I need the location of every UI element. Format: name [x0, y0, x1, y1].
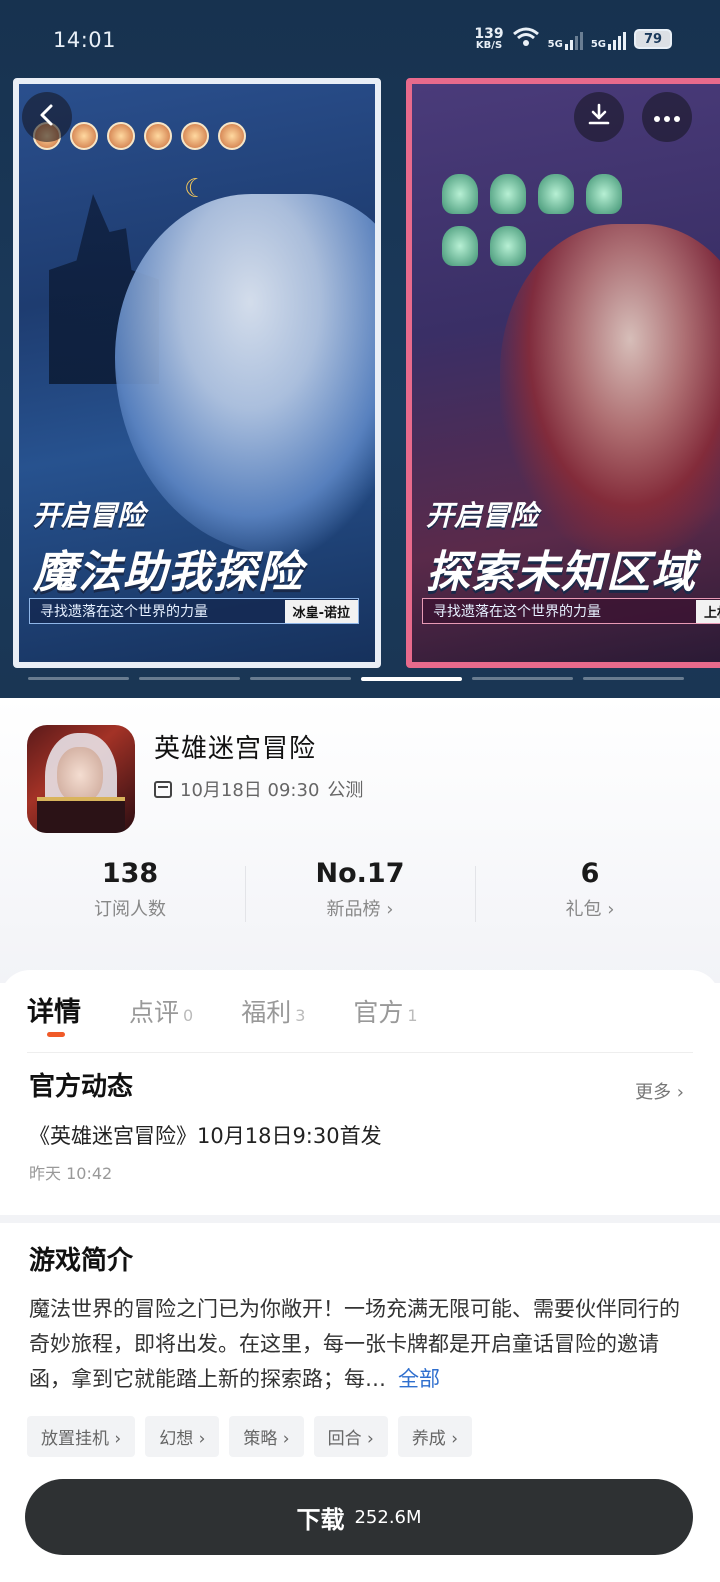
intro-body: 魔法世界的冒险之门已为你敞开！一场充满无限可能、需要伙伴同行的奇妙旅程，即将出发…	[29, 1297, 680, 1391]
gallery-dot	[361, 677, 462, 681]
official-news-title: 官方动态	[29, 1072, 134, 1102]
stat-subscribers: 138 订阅人数	[15, 858, 245, 928]
screenshot-subtitle-bar: 寻找遗落在这个世界的力量 冰皇-诺拉	[29, 598, 359, 624]
genre-tag[interactable]: 策略 ›	[229, 1416, 304, 1457]
section-divider	[0, 1215, 720, 1223]
official-more-link[interactable]: 更多 ›	[635, 1078, 684, 1104]
tab-welfare[interactable]: 福利 3	[241, 993, 305, 1029]
app-info-section: 英雄迷宫冒险 10月18日 09:30 公测 138 订阅人数 No.17 新品…	[0, 698, 720, 983]
expand-all-link[interactable]: 全部	[398, 1367, 440, 1391]
download-label: 下载	[296, 1505, 345, 1534]
signal-bars-icon	[564, 30, 583, 50]
genre-tag[interactable]: 回合 ›	[313, 1416, 388, 1457]
detail-tabs: 详情 点评 0 福利 3 官方 1	[27, 990, 466, 1037]
screenshot-slogan: 开启冒险 魔法助我探险	[33, 494, 303, 600]
tab-count: 1	[407, 1006, 418, 1025]
stat-label: 礼包 ›	[565, 899, 615, 920]
status-indicators: 139 KB/S 5G 5G 79	[474, 26, 672, 52]
subtitle-text: 寻找遗落在这个世界的力量	[433, 604, 601, 620]
detail-content: 详情 点评 0 福利 3 官方 1 官方动态 更多 › 《英雄迷宫冒险》10月18日9…	[0, 970, 720, 1582]
intro-title: 游戏简介	[29, 1246, 134, 1276]
stat-label: 新品榜 ›	[326, 899, 394, 920]
genre-tag[interactable]: 放置挂机 ›	[27, 1416, 136, 1457]
download-button[interactable]: 下载 252.6M	[25, 1479, 693, 1555]
genre-tag[interactable]: 养成 ›	[397, 1416, 473, 1457]
calendar-icon	[154, 780, 172, 798]
network-speed-unit: KB/S	[475, 40, 503, 51]
app-stats: 138 订阅人数 No.17 新品榜 › 6 礼包 ›	[15, 858, 705, 928]
network-speed-value: 139	[474, 26, 504, 42]
genre-tags: 放置挂机 › 幻想 › 策略 › 回合 › 养成 ›	[27, 1416, 473, 1457]
download-top-button[interactable]	[574, 92, 624, 142]
intro-text: 魔法世界的冒险之门已为你敞开！一场充满无限可能、需要伙伴同行的奇妙旅程，即将出发…	[29, 1292, 691, 1397]
gallery-dot	[28, 677, 129, 680]
download-size: 252.6M	[354, 1506, 422, 1528]
status-time: 14:01	[53, 28, 117, 52]
slogan-small: 开启冒险	[33, 499, 146, 532]
gallery-dot	[250, 677, 351, 680]
stat-gift-packs[interactable]: 6 礼包 ›	[475, 858, 705, 928]
status-bar: 14:01 139 KB/S 5G 5G 79	[0, 0, 720, 80]
back-button[interactable]	[22, 92, 72, 142]
gallery-dot	[472, 677, 573, 680]
genre-tag[interactable]: 幻想 ›	[145, 1416, 220, 1457]
screenshot-slogan: 开启冒险 探索未知区域	[426, 494, 696, 600]
network-speed: 139 KB/S	[474, 27, 503, 51]
back-icon	[37, 103, 57, 131]
gallery-dot	[583, 677, 684, 680]
tab-label: 点评	[129, 998, 180, 1027]
tab-count: 3	[295, 1006, 306, 1025]
signal-2-label: 5G	[590, 39, 606, 50]
app-icon	[27, 725, 135, 833]
stat-value: 138	[101, 858, 159, 889]
tab-label: 福利	[241, 998, 292, 1027]
more-icon	[653, 108, 681, 127]
moon-art: ☾	[184, 174, 208, 204]
stat-label: 订阅人数	[94, 899, 166, 920]
launch-type: 公测	[327, 780, 364, 801]
tab-official[interactable]: 官方 1	[353, 993, 417, 1029]
launch-info: 10月18日 09:30 公测	[154, 776, 363, 802]
wifi-icon	[512, 26, 540, 52]
stat-value: No.17	[315, 858, 405, 889]
official-post-title[interactable]: 《英雄迷宫冒险》10月18日9:30首发	[29, 1120, 382, 1150]
tab-count: 0	[183, 1006, 194, 1025]
gallery-dot	[139, 677, 240, 680]
character-tag: 上杉岚	[695, 599, 720, 623]
tab-label: 官方	[353, 998, 404, 1027]
download-icon	[585, 101, 613, 133]
stat-value: 6	[580, 858, 600, 889]
gallery-page-indicator	[28, 677, 684, 681]
tab-label: 详情	[27, 997, 81, 1028]
signal-1-label: 5G	[547, 39, 563, 50]
hero-gallery: 14:01 139 KB/S 5G 5G 79 ☾ 开启冒险 魔法助我探险 寻找…	[0, 0, 720, 698]
tab-divider	[27, 1052, 693, 1053]
launch-date: 10月18日 09:30	[180, 780, 320, 801]
signal-1: 5G	[548, 28, 583, 50]
signal-2: 5G	[591, 28, 626, 50]
slogan-big: 探索未知区域	[426, 547, 696, 598]
screenshot-subtitle-bar: 寻找遗落在这个世界的力量 上杉岚	[422, 598, 720, 624]
gallery-screenshot-2[interactable]: 开启冒险 探索未知区域 寻找遗落在这个世界的力量 上杉岚	[406, 78, 720, 668]
character-tag: 冰皇-诺拉	[284, 599, 358, 623]
gallery-screenshot-1[interactable]: ☾ 开启冒险 魔法助我探险 寻找遗落在这个世界的力量 冰皇-诺拉	[13, 78, 381, 668]
subtitle-text: 寻找遗落在这个世界的力量	[40, 604, 208, 620]
battery-icon: 79	[634, 29, 672, 49]
slogan-big: 魔法助我探险	[33, 547, 303, 598]
more-options-button[interactable]	[642, 92, 692, 142]
signal-bars-icon	[608, 30, 626, 50]
slogan-small: 开启冒险	[426, 499, 539, 532]
tab-reviews[interactable]: 点评 0	[129, 993, 193, 1029]
official-post-time: 昨天 10:42	[29, 1164, 113, 1183]
tab-details[interactable]: 详情	[27, 990, 81, 1037]
app-name: 英雄迷宫冒险	[154, 734, 317, 764]
stat-new-ranking[interactable]: No.17 新品榜 ›	[245, 858, 475, 928]
